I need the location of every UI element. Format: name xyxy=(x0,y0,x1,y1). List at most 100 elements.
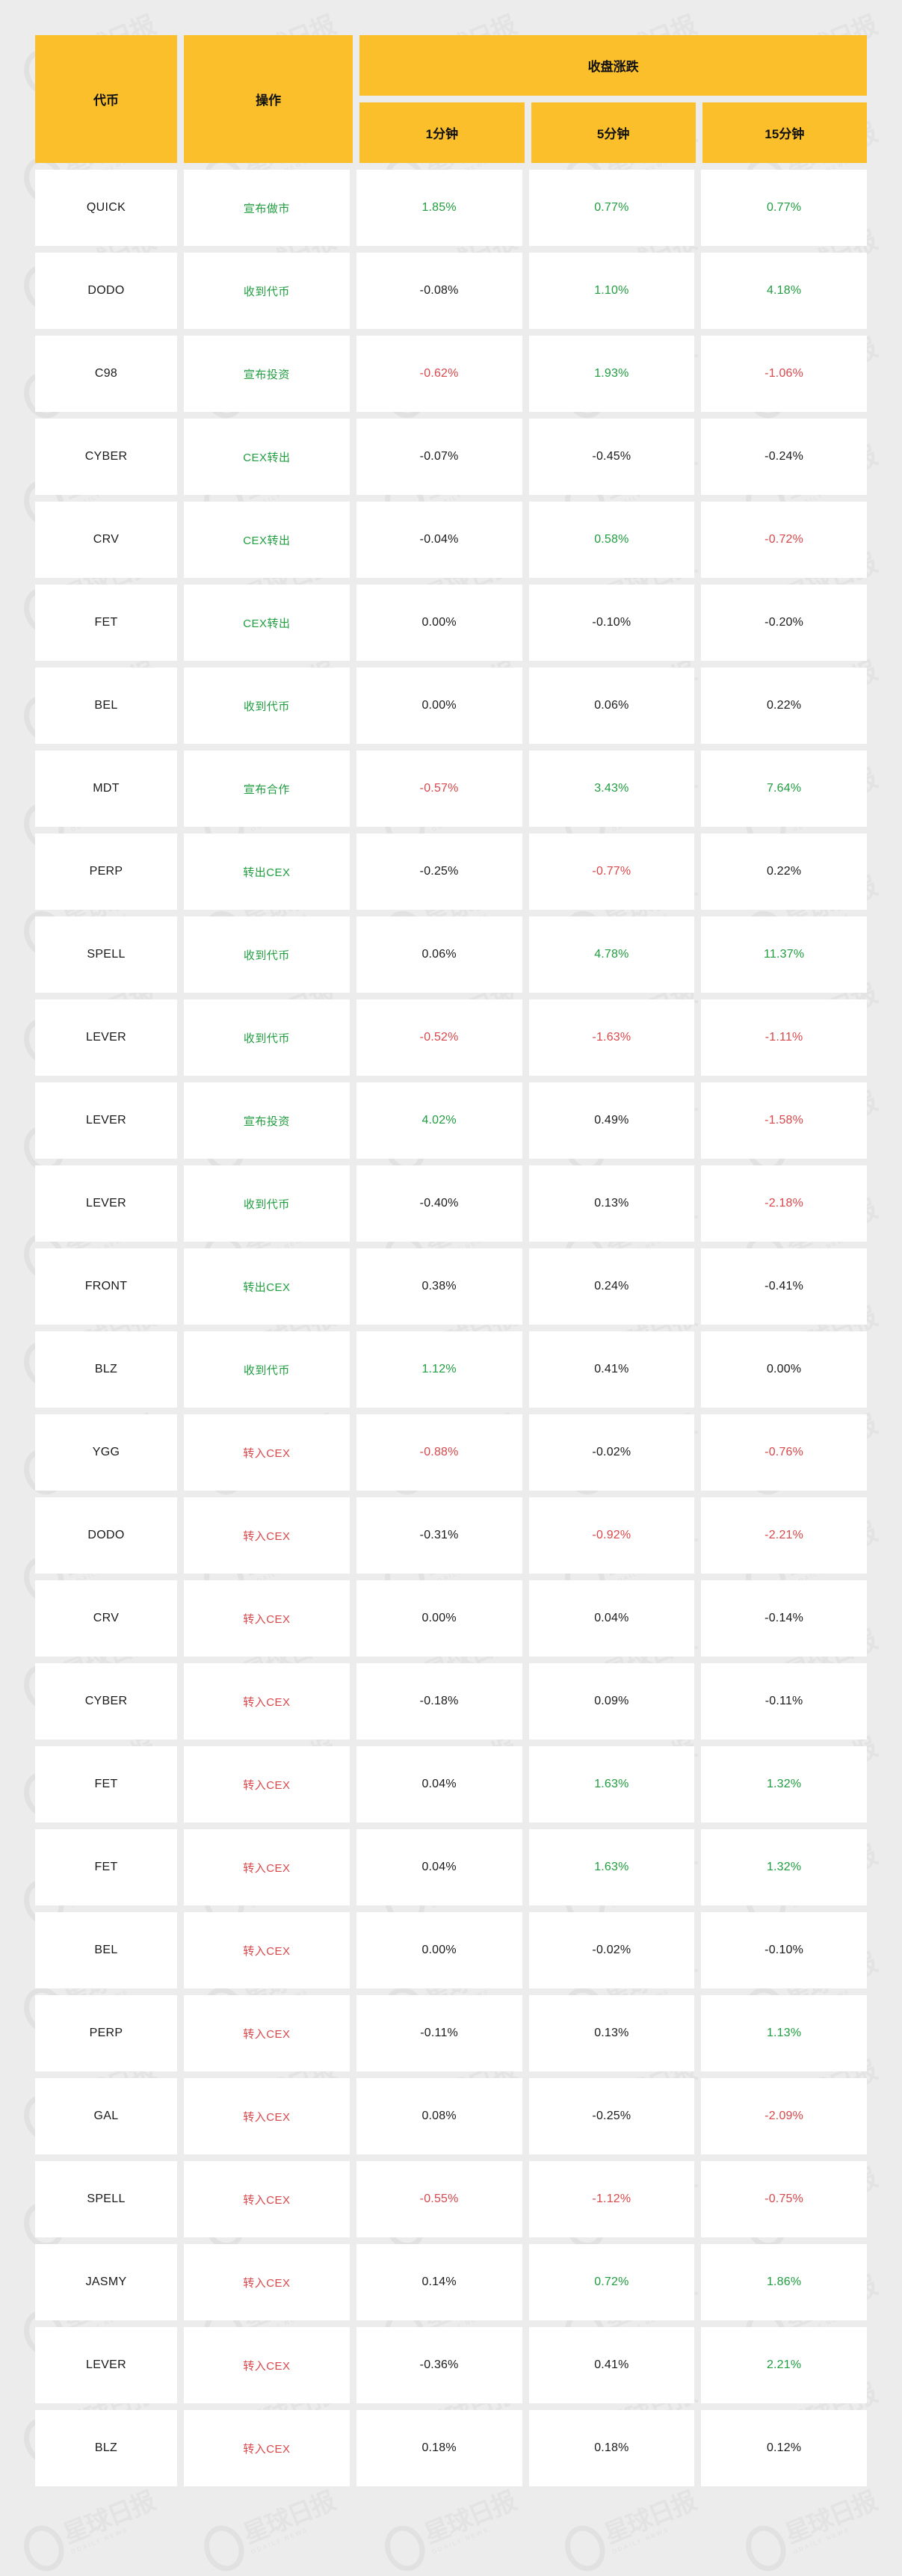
watermark-cn-text: 星球日报 xyxy=(780,2486,880,2549)
table-row[interactable]: YGG 转入CEX -0.88% -0.02% -0.76% xyxy=(35,1414,867,1491)
table-row[interactable]: FET 转入CEX 0.04% 1.63% 1.32% xyxy=(35,1829,867,1905)
cell-change-1min: -0.18% xyxy=(356,1663,522,1740)
cell-change-15min: 7.64% xyxy=(701,751,867,827)
cell-change-15min: -0.72% xyxy=(701,502,867,578)
table-row[interactable]: BEL 转入CEX 0.00% -0.02% -0.10% xyxy=(35,1912,867,1988)
watermark-tile: 星球日报ODAILY NEWS xyxy=(0,2554,194,2576)
table-row[interactable]: SPELL 转入CEX -0.55% -1.12% -0.75% xyxy=(35,2161,867,2237)
watermark-cn-text: 星球日报 xyxy=(59,2486,158,2549)
cell-change-5min: 0.04% xyxy=(528,1580,695,1657)
table-row[interactable]: CYBER CEX转出 -0.07% -0.45% -0.24% xyxy=(35,419,867,495)
table-row[interactable]: FET CEX转出 0.00% -0.10% -0.20% xyxy=(35,585,867,661)
cell-token: BEL xyxy=(35,1912,177,1988)
cell-token: C98 xyxy=(35,336,177,412)
cell-action: 收到代币 xyxy=(184,668,350,744)
cell-change-15min: -1.11% xyxy=(701,999,867,1076)
cell-change-1min: 0.14% xyxy=(356,2244,522,2320)
cell-change-15min: -0.14% xyxy=(701,1580,867,1657)
cell-change-1min: 0.00% xyxy=(356,1580,522,1657)
cell-change-1min: -0.40% xyxy=(356,1165,522,1242)
cell-change-5min: -0.02% xyxy=(528,1912,695,1988)
cell-token: YGG xyxy=(35,1414,177,1491)
table-row[interactable]: BLZ 收到代币 1.12% 0.41% 0.00% xyxy=(35,1331,867,1408)
cell-action: 宣布投资 xyxy=(184,336,350,412)
cell-change-15min: 0.77% xyxy=(701,170,867,246)
table-body: QUICK 宣布做市 1.85% 0.77% 0.77% DODO 收到代币 -0.08% 1.… xyxy=(35,170,867,2486)
watermark-tile: 星球日报ODAILY NEWS xyxy=(708,2554,902,2576)
cell-change-1min: 0.06% xyxy=(356,916,522,993)
table-row[interactable]: CRV CEX转出 -0.04% 0.58% -0.72% xyxy=(35,502,867,578)
table-row[interactable]: FET 转入CEX 0.04% 1.63% 1.32% xyxy=(35,1746,867,1822)
table-row[interactable]: LEVER 宣布投资 4.02% 0.49% -1.58% xyxy=(35,1082,867,1159)
table-row[interactable]: PERP 转入CEX -0.11% 0.13% 1.13% xyxy=(35,1995,867,2071)
table-row[interactable]: BLZ 转入CEX 0.18% 0.18% 0.12% xyxy=(35,2410,867,2486)
cell-token: FRONT xyxy=(35,1248,177,1325)
cell-change-5min: -1.12% xyxy=(528,2161,695,2237)
cell-change-1min: 0.00% xyxy=(356,1912,522,1988)
cell-token: CYBER xyxy=(35,419,177,495)
table-row[interactable]: FRONT 转出CEX 0.38% 0.24% -0.41% xyxy=(35,1248,867,1325)
cell-token: GAL xyxy=(35,2078,177,2154)
header-cell-action: 操作 xyxy=(184,35,353,163)
cell-change-5min: 4.78% xyxy=(528,916,695,993)
token-closing-change-table-page: 星球日报ODAILY NEWS星球日报ODAILY NEWS星球日报ODAILY… xyxy=(0,0,902,2576)
table-row[interactable]: QUICK 宣布做市 1.85% 0.77% 0.77% xyxy=(35,170,867,246)
table-row[interactable]: LEVER 收到代币 -0.40% 0.13% -2.18% xyxy=(35,1165,867,1242)
cell-change-1min: -0.36% xyxy=(356,2327,522,2403)
cell-change-5min: 0.49% xyxy=(528,1082,695,1159)
cell-change-1min: 1.12% xyxy=(356,1331,522,1408)
watermark-en-text: ODAILY NEWS xyxy=(791,2525,851,2555)
table-row[interactable]: CRV 转入CEX 0.00% 0.04% -0.14% xyxy=(35,1580,867,1657)
table-row[interactable]: C98 宣布投资 -0.62% 1.93% -1.06% xyxy=(35,336,867,412)
cell-action: 收到代币 xyxy=(184,999,350,1076)
cell-action: 转入CEX xyxy=(184,1829,350,1905)
table-row[interactable]: CYBER 转入CEX -0.18% 0.09% -0.11% xyxy=(35,1663,867,1740)
table-row[interactable]: MDT 宣布合作 -0.57% 3.43% 7.64% xyxy=(35,751,867,827)
header-sub-label-15min: 15分钟 xyxy=(764,127,805,141)
header-subcolumns: 1分钟 5分钟 15分钟 xyxy=(359,102,867,163)
cell-token: PERP xyxy=(35,1995,177,2071)
cell-token: FET xyxy=(35,1829,177,1905)
cell-change-5min: 0.72% xyxy=(528,2244,695,2320)
watermark-tile: 星球日报ODAILY NEWS xyxy=(347,2554,555,2576)
cell-change-1min: -0.31% xyxy=(356,1497,522,1574)
cell-action: 收到代币 xyxy=(184,916,350,993)
cell-change-5min: 0.58% xyxy=(528,502,695,578)
table-row[interactable]: DODO 转入CEX -0.31% -0.92% -2.21% xyxy=(35,1497,867,1574)
header-token-label: 代币 xyxy=(93,93,119,108)
table-row[interactable]: LEVER 收到代币 -0.52% -1.63% -1.11% xyxy=(35,999,867,1076)
cell-change-5min: 0.41% xyxy=(528,1331,695,1408)
table-row[interactable]: LEVER 转入CEX -0.36% 0.41% 2.21% xyxy=(35,2327,867,2403)
cell-action: 转入CEX xyxy=(184,1414,350,1491)
cell-action: 转入CEX xyxy=(184,1746,350,1822)
cell-token: FET xyxy=(35,1746,177,1822)
cell-change-15min: -0.75% xyxy=(701,2161,867,2237)
cell-action: 宣布投资 xyxy=(184,1082,350,1159)
cell-token: MDT xyxy=(35,751,177,827)
cell-change-1min: 0.38% xyxy=(356,1248,522,1325)
table-row[interactable]: PERP 转出CEX -0.25% -0.77% 0.22% xyxy=(35,833,867,910)
cell-change-15min: -2.18% xyxy=(701,1165,867,1242)
cell-change-1min: -0.88% xyxy=(356,1414,522,1491)
cell-token: PERP xyxy=(35,833,177,910)
table-row[interactable]: BEL 收到代币 0.00% 0.06% 0.22% xyxy=(35,668,867,744)
table-row[interactable]: JASMY 转入CEX 0.14% 0.72% 1.86% xyxy=(35,2244,867,2320)
cell-action: 转入CEX xyxy=(184,1995,350,2071)
cell-change-1min: -0.55% xyxy=(356,2161,522,2237)
cell-change-5min: 0.09% xyxy=(528,1663,695,1740)
cell-change-5min: -0.25% xyxy=(528,2078,695,2154)
odaily-logo-icon xyxy=(558,2519,612,2576)
cell-change-15min: 0.00% xyxy=(701,1331,867,1408)
cell-action: 转入CEX xyxy=(184,1497,350,1574)
cell-action: 转入CEX xyxy=(184,2078,350,2154)
cell-change-5min: -0.77% xyxy=(528,833,695,910)
watermark-en-text: ODAILY NEWS xyxy=(250,2525,310,2555)
cell-change-5min: 0.41% xyxy=(528,2327,695,2403)
table-row[interactable]: GAL 转入CEX 0.08% -0.25% -2.09% xyxy=(35,2078,867,2154)
table-row[interactable]: DODO 收到代币 -0.08% 1.10% 4.18% xyxy=(35,253,867,329)
table-row[interactable]: SPELL 收到代币 0.06% 4.78% 11.37% xyxy=(35,916,867,993)
cell-change-5min: 1.63% xyxy=(528,1829,695,1905)
cell-change-5min: 0.06% xyxy=(528,668,695,744)
watermark-cn-text: 星球日报 xyxy=(419,2486,519,2549)
cell-change-1min: 0.08% xyxy=(356,2078,522,2154)
